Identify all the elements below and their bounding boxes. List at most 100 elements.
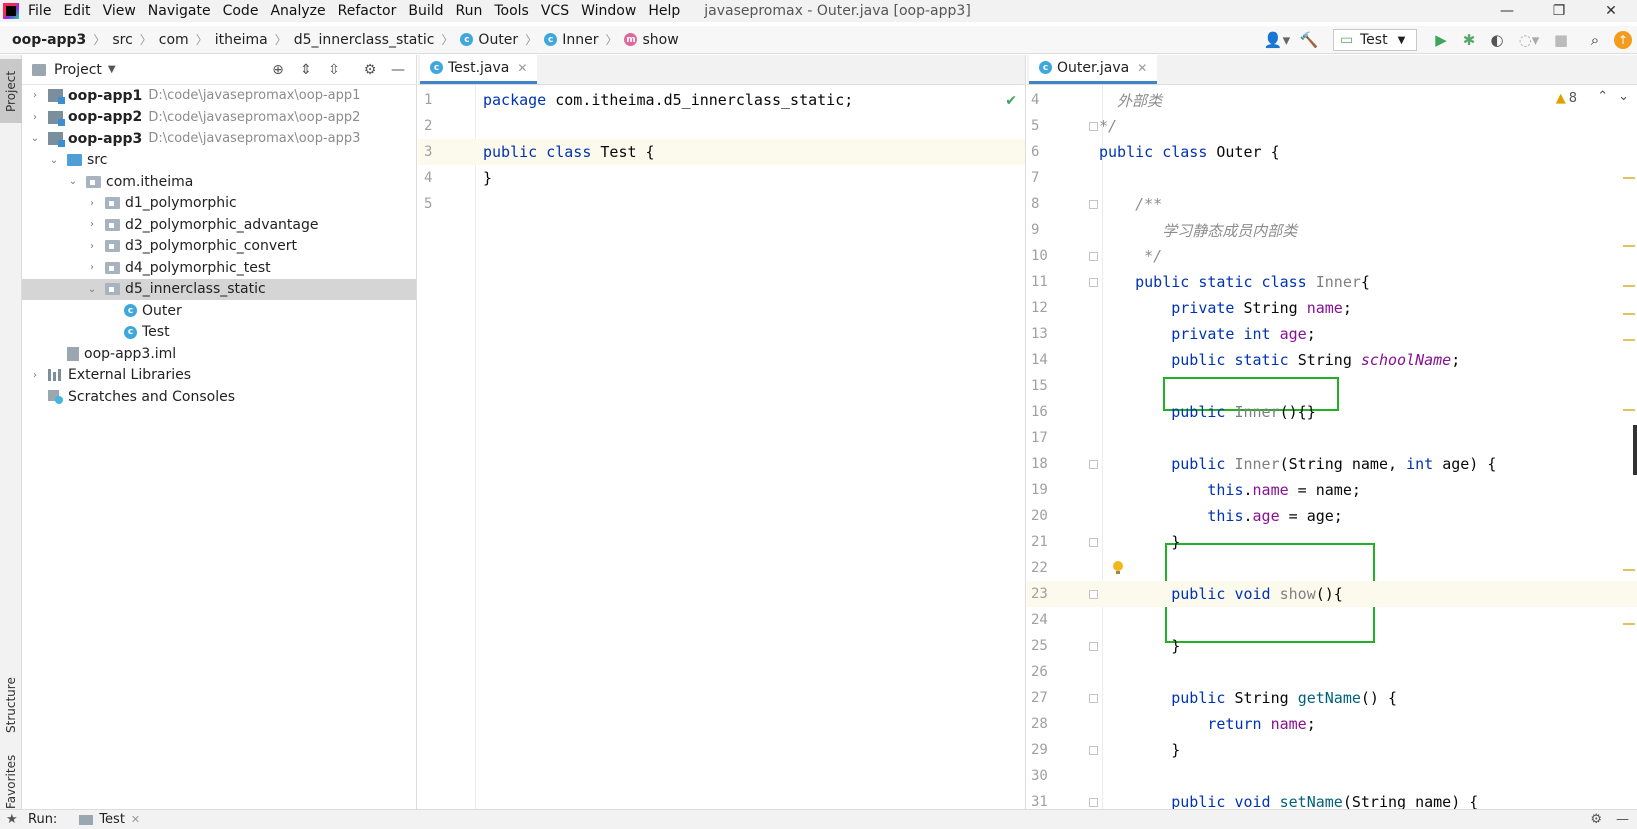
code-line[interactable]: 24 bbox=[1027, 607, 1637, 633]
stop-icon[interactable]: ■ bbox=[1547, 26, 1575, 54]
code-line[interactable]: 20 this.age = age; bbox=[1027, 503, 1637, 529]
code-line[interactable]: 18 public Inner(String name, int age) { bbox=[1027, 451, 1637, 477]
chevron-right-icon[interactable]: › bbox=[28, 370, 42, 381]
code-line[interactable]: 5 */ bbox=[1027, 113, 1637, 139]
code-line[interactable]: 22 bbox=[1027, 555, 1637, 581]
code-line[interactable]: 13 private int age; bbox=[1027, 321, 1637, 347]
hide-panel-icon[interactable]: — bbox=[1616, 812, 1629, 827]
search-icon[interactable]: ⌕ bbox=[1581, 26, 1609, 54]
chevron-down-icon[interactable]: ⌄ bbox=[66, 176, 80, 187]
code-line[interactable]: 17 bbox=[1027, 425, 1637, 451]
code-line[interactable]: 29 } bbox=[1027, 737, 1637, 763]
run-icon[interactable]: ▶ bbox=[1427, 26, 1455, 54]
menu-item-edit[interactable]: Edit bbox=[57, 0, 96, 22]
code-line[interactable]: 23 public void show(){ bbox=[1027, 581, 1637, 607]
menu-item-build[interactable]: Build bbox=[402, 0, 449, 22]
code-line[interactable]: 12 private String name; bbox=[1027, 295, 1637, 321]
menu-item-refactor[interactable]: Refactor bbox=[332, 0, 403, 22]
tree-item[interactable]: › d2_polymorphic_advantage bbox=[22, 214, 416, 236]
close-tab-icon[interactable]: ✕ bbox=[1137, 61, 1147, 75]
chevron-right-icon[interactable]: › bbox=[28, 112, 42, 123]
code-line[interactable]: 10 */ bbox=[1027, 243, 1637, 269]
code-line[interactable]: 25 } bbox=[1027, 633, 1637, 659]
menu-item-view[interactable]: View bbox=[97, 0, 142, 22]
chevron-right-icon[interactable]: › bbox=[85, 219, 99, 230]
tree-item[interactable]: › d1_polymorphic bbox=[22, 193, 416, 215]
tree-item[interactable]: › oop-app1 D:\code\javasepromax\oop-app1 bbox=[22, 85, 416, 107]
fold-marker-icon[interactable] bbox=[1089, 797, 1098, 807]
chevron-right-icon[interactable]: › bbox=[28, 90, 42, 101]
close-window-button[interactable]: ✕ bbox=[1585, 0, 1637, 22]
chevron-right-icon[interactable]: › bbox=[85, 262, 99, 273]
menu-item-tools[interactable]: Tools bbox=[488, 0, 535, 22]
code-line[interactable]: 2 bbox=[418, 113, 1025, 139]
expand-all-icon[interactable]: ⇕ bbox=[296, 60, 316, 80]
tree-item[interactable]: › oop-app2 D:\code\javasepromax\oop-app2 bbox=[22, 107, 416, 129]
code-line[interactable]: 27 public String getName() { bbox=[1027, 685, 1637, 711]
fold-marker-icon[interactable] bbox=[1089, 745, 1098, 755]
breadcrumb-outer[interactable]: c Outer bbox=[460, 32, 518, 48]
structure-tool-tab[interactable]: Structure bbox=[0, 665, 22, 745]
breadcrumb-com[interactable]: com bbox=[159, 32, 189, 48]
run-configuration-select[interactable]: ▭ Test ▼ bbox=[1333, 29, 1417, 51]
breadcrumb-src[interactable]: src bbox=[112, 32, 132, 48]
chevron-right-icon[interactable]: › bbox=[85, 241, 99, 252]
debug-icon[interactable]: ✱ bbox=[1455, 26, 1483, 54]
fold-marker-icon[interactable] bbox=[1089, 537, 1098, 547]
code-line[interactable]: 15 bbox=[1027, 373, 1637, 399]
breadcrumb-inner[interactable]: c Inner bbox=[544, 32, 598, 48]
fold-marker-icon[interactable] bbox=[1089, 251, 1098, 261]
tree-item[interactable]: › External Libraries bbox=[22, 365, 416, 387]
tree-item[interactable]: ⌄ src bbox=[22, 150, 416, 172]
menu-item-vcs[interactable]: VCS bbox=[535, 0, 575, 22]
close-tab-icon[interactable]: ✕ bbox=[131, 813, 140, 826]
gear-icon[interactable]: ⚙ bbox=[1590, 812, 1602, 827]
menu-item-file[interactable]: File bbox=[22, 0, 57, 22]
fold-marker-icon[interactable] bbox=[1089, 641, 1098, 651]
code-line[interactable]: 1 package com.itheima.d5_innerclass_stati… bbox=[418, 87, 1025, 113]
breadcrumb-package[interactable]: d5_innerclass_static bbox=[294, 32, 435, 48]
tree-item[interactable]: › d3_polymorphic_convert bbox=[22, 236, 416, 258]
tree-item[interactable]: ⌄ oop-app3 D:\code\javasepromax\oop-app3 bbox=[22, 128, 416, 150]
chevron-down-icon[interactable]: ⌄ bbox=[47, 155, 61, 166]
breadcrumb-method[interactable]: m show bbox=[624, 32, 679, 48]
code-line[interactable]: 19 this.name = name; bbox=[1027, 477, 1637, 503]
breadcrumb-project[interactable]: oop-app3 bbox=[12, 32, 86, 48]
tree-item[interactable]: oop-app3.iml bbox=[22, 343, 416, 365]
restore-button[interactable]: ❐ bbox=[1533, 0, 1585, 22]
locate-icon[interactable]: ⊕ bbox=[268, 60, 288, 80]
code-line[interactable]: 28 return name; bbox=[1027, 711, 1637, 737]
profile-icon[interactable]: ◌▾ bbox=[1511, 26, 1547, 54]
close-tab-icon[interactable]: ✕ bbox=[517, 61, 527, 75]
tree-item[interactable]: c Outer bbox=[22, 300, 416, 322]
code-line[interactable]: 7 bbox=[1027, 165, 1637, 191]
menu-item-analyze[interactable]: Analyze bbox=[264, 0, 331, 22]
code-line[interactable]: 26 bbox=[1027, 659, 1637, 685]
menu-item-code[interactable]: Code bbox=[217, 0, 265, 22]
code-line[interactable]: 4 外部类 bbox=[1027, 87, 1637, 113]
code-line[interactable]: 6 public class Outer { bbox=[1027, 139, 1637, 165]
user-icon[interactable]: 👤▾ bbox=[1259, 26, 1295, 54]
run-tab-test[interactable]: Test ✕ bbox=[79, 812, 140, 827]
menu-item-run[interactable]: Run bbox=[450, 0, 489, 22]
coverage-icon[interactable]: ◐ bbox=[1483, 26, 1511, 54]
gear-icon[interactable]: ⚙ bbox=[360, 60, 380, 80]
code-line[interactable]: 14 public static String schoolName; bbox=[1027, 347, 1637, 373]
code-line[interactable]: 21 } bbox=[1027, 529, 1637, 555]
chevron-right-icon[interactable]: › bbox=[85, 198, 99, 209]
menu-item-navigate[interactable]: Navigate bbox=[142, 0, 217, 22]
collapse-all-icon[interactable]: ⇳ bbox=[324, 60, 344, 80]
update-icon[interactable]: ↑ bbox=[1609, 26, 1637, 54]
minimize-button[interactable]: — bbox=[1481, 0, 1533, 22]
breadcrumb-itheima[interactable]: itheima bbox=[215, 32, 268, 48]
tree-item[interactable]: › d4_polymorphic_test bbox=[22, 257, 416, 279]
code-line[interactable]: 8 /** bbox=[1027, 191, 1637, 217]
code-line[interactable]: 5 bbox=[418, 191, 1025, 217]
tree-item[interactable]: Scratches and Consoles bbox=[22, 386, 416, 408]
project-tool-tab[interactable]: Project bbox=[0, 59, 22, 123]
code-area-left[interactable]: ✔ 1 package com.itheima.d5_innerclass_sta… bbox=[418, 85, 1025, 809]
code-line[interactable]: 9 学习静态成员内部类 bbox=[1027, 217, 1637, 243]
tree-item[interactable]: ⌄ com.itheima bbox=[22, 171, 416, 193]
tab-test-java[interactable]: c Test.java ✕ bbox=[420, 54, 538, 84]
chevron-down-icon[interactable]: ⌄ bbox=[28, 133, 42, 144]
